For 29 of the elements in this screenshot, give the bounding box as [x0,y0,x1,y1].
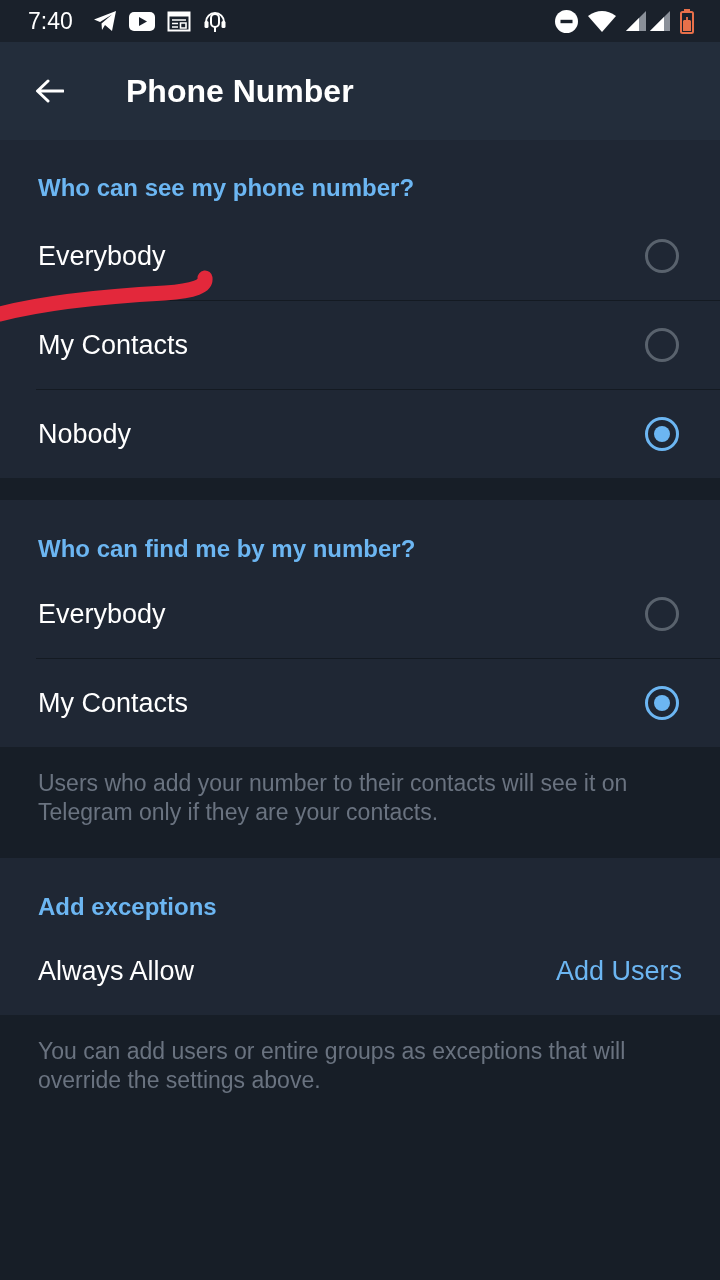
section-heading: Add exceptions [38,895,217,919]
signal-icon [650,11,670,31]
option-label[interactable]: Everybody [38,600,645,628]
signal-icon [626,11,646,31]
back-arrow-icon [34,79,64,103]
wifi-icon [588,10,616,32]
calendar-icon [166,10,191,32]
radio-button[interactable] [645,328,679,362]
section-heading: Who can see my phone number? [38,176,415,200]
setting-label: Always Allow [38,958,196,985]
option-label[interactable]: Everybody [38,242,645,270]
option-label[interactable]: My Contacts [38,689,645,717]
radio-button[interactable] [645,417,679,451]
paper-plane-icon [92,10,117,32]
option-label[interactable]: My Contacts [38,331,645,359]
radio-button[interactable] [645,686,679,720]
back-button[interactable] [34,78,64,104]
screen-title: Phone Number [126,75,354,107]
battery-icon [680,8,694,34]
option-label[interactable]: Nobody [38,420,645,448]
hint-text: You can add users or entire groups as exceptions that will override the settings above. [38,1037,627,1095]
status-time: 7:40 [28,9,73,33]
section-heading: Who can find me by my number? [38,537,416,561]
radio-button[interactable] [645,597,679,631]
radio-button[interactable] [645,239,679,273]
play-button-icon [128,11,155,31]
hint-text: Users who add your number to their contacts will see it on Telegram only if they are your contacts. [38,769,629,827]
do-not-disturb-icon [555,9,578,33]
add-users-link[interactable]: Add Users [555,958,682,985]
